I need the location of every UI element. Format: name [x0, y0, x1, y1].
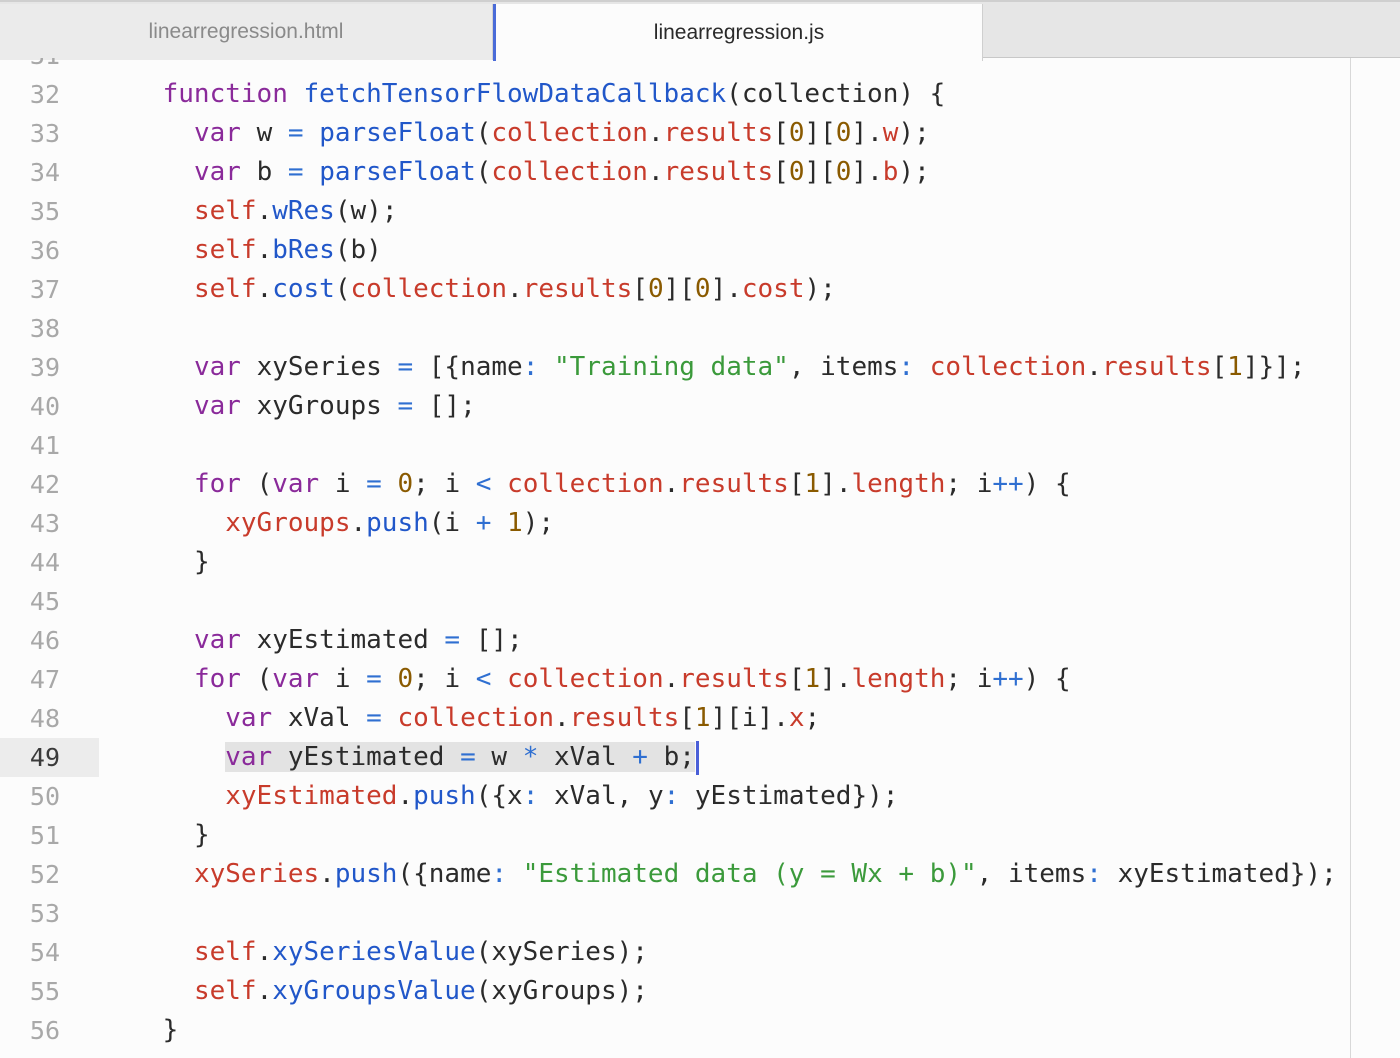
code-line[interactable]: 42 for (var i = 0; i < collection.result…: [0, 465, 1400, 504]
code-line[interactable]: 44 }: [0, 543, 1400, 582]
code-line[interactable]: 34 var b = parseFloat(collection.results…: [0, 153, 1400, 192]
line-number: 36: [29, 236, 60, 265]
code-text: self.xyGroupsValue(xyGroups);: [193, 976, 648, 1006]
line-number: 41: [29, 431, 60, 460]
code-text: function fetchTensorFlowDataCallback(col…: [162, 79, 946, 109]
code-text: for (var i = 0; i < collection.results[1…: [193, 664, 1071, 694]
line-number: 37: [29, 275, 60, 304]
code-text: self.cost(collection.results[0][0].cost)…: [193, 274, 836, 304]
code-line[interactable]: 33 var w = parseFloat(collection.results…: [0, 114, 1400, 153]
line-number: 33: [29, 119, 60, 148]
code-editor[interactable]: 3132 function fetchTensorFlowDataCallbac…: [0, 58, 1400, 1058]
line-number: 47: [29, 665, 60, 694]
tab-linearregression-js[interactable]: linearregression.js: [493, 4, 983, 61]
line-number: 53: [29, 899, 60, 928]
line-number: 46: [29, 626, 60, 655]
line-number: 45: [29, 587, 60, 616]
editor-right-margin: [1350, 58, 1351, 1058]
code-text: xySeries.push({name: "Estimated data (y …: [193, 859, 1337, 889]
code-line[interactable]: 51 }: [0, 816, 1400, 855]
code-text: var xyGroups = [];: [193, 391, 476, 421]
code-line[interactable]: 32 function fetchTensorFlowDataCallback(…: [0, 75, 1400, 114]
code-line[interactable]: 52 xySeries.push({name: "Estimated data …: [0, 855, 1400, 894]
code-line[interactable]: 53: [0, 894, 1400, 933]
code-line[interactable]: 35 self.wRes(w);: [0, 192, 1400, 231]
code-text: var b = parseFloat(collection.results[0]…: [193, 157, 930, 187]
line-number: 55: [29, 977, 60, 1006]
code-text: self.wRes(w);: [193, 196, 398, 226]
code-text: }: [193, 820, 210, 850]
code-line[interactable]: 49 var yEstimated = w * xVal + b;: [0, 738, 1400, 777]
code-text: }: [162, 1015, 179, 1045]
line-number: 32: [29, 80, 60, 109]
tab-label: linearregression.html: [148, 20, 344, 43]
code-line[interactable]: 39 var xySeries = [{name: "Training data…: [0, 348, 1400, 387]
code-line[interactable]: 37 self.cost(collection.results[0][0].co…: [0, 270, 1400, 309]
tab-label: linearregression.js: [653, 20, 825, 44]
line-number: 51: [29, 821, 60, 850]
line-number: 48: [29, 704, 60, 733]
line-number: 44: [29, 548, 60, 577]
code-text: var xySeries = [{name: "Training data", …: [193, 352, 1306, 382]
code-line[interactable]: 55 self.xyGroupsValue(xyGroups);: [0, 972, 1400, 1011]
code-text: }: [193, 547, 210, 577]
code-line[interactable]: 45: [0, 582, 1400, 621]
line-number: 34: [29, 158, 60, 187]
tab-bar: linearregression.html linearregression.j…: [0, 0, 1400, 61]
code-text: xyGroups.push(i + 1);: [225, 508, 555, 538]
line-number: 54: [29, 938, 60, 967]
line-number: 49: [29, 743, 60, 772]
code-line[interactable]: 54 self.xySeriesValue(xySeries);: [0, 933, 1400, 972]
code-line[interactable]: 56 }: [0, 1011, 1400, 1050]
line-number: 38: [29, 314, 60, 343]
code-text: self.bRes(b): [193, 235, 382, 265]
code-text: for (var i = 0; i < collection.results[1…: [193, 469, 1071, 499]
code-line[interactable]: 50 xyEstimated.push({x: xVal, y: yEstima…: [0, 777, 1400, 816]
code-line[interactable]: 40 var xyGroups = [];: [0, 387, 1400, 426]
code-text: var w = parseFloat(collection.results[0]…: [193, 118, 930, 148]
code-line[interactable]: 31: [0, 58, 1400, 75]
tab-linearregression-html[interactable]: linearregression.html: [0, 4, 493, 60]
line-number: 31: [0, 58, 60, 75]
code-line[interactable]: 36 self.bRes(b): [0, 231, 1400, 270]
code-line[interactable]: 48 var xVal = collection.results[1][i].x…: [0, 699, 1400, 738]
code-text: xyEstimated.push({x: xVal, y: yEstimated…: [225, 781, 899, 811]
line-number: 35: [29, 197, 60, 226]
text-cursor: [695, 740, 699, 775]
line-number: 50: [29, 782, 60, 811]
code-line[interactable]: 38: [0, 309, 1400, 348]
line-number: 43: [29, 509, 60, 538]
code-line[interactable]: 43 xyGroups.push(i + 1);: [0, 504, 1400, 543]
code-text: var yEstimated = w * xVal + b;: [100, 738, 699, 777]
selection-highlight: var yEstimated = w * xVal + b;: [225, 742, 695, 772]
line-number: 56: [29, 1016, 60, 1045]
code-line[interactable]: 47 for (var i = 0; i < collection.result…: [0, 660, 1400, 699]
line-number: 39: [29, 353, 60, 382]
code-line[interactable]: 41: [0, 426, 1400, 465]
code-text: self.xySeriesValue(xySeries);: [193, 937, 648, 967]
code-line[interactable]: 46 var xyEstimated = [];: [0, 621, 1400, 660]
code-text: var xVal = collection.results[1][i].x;: [225, 703, 821, 733]
line-number: 42: [29, 470, 60, 499]
code-text: var xyEstimated = [];: [193, 625, 523, 655]
line-number: 40: [29, 392, 60, 421]
line-number: 52: [29, 860, 60, 889]
